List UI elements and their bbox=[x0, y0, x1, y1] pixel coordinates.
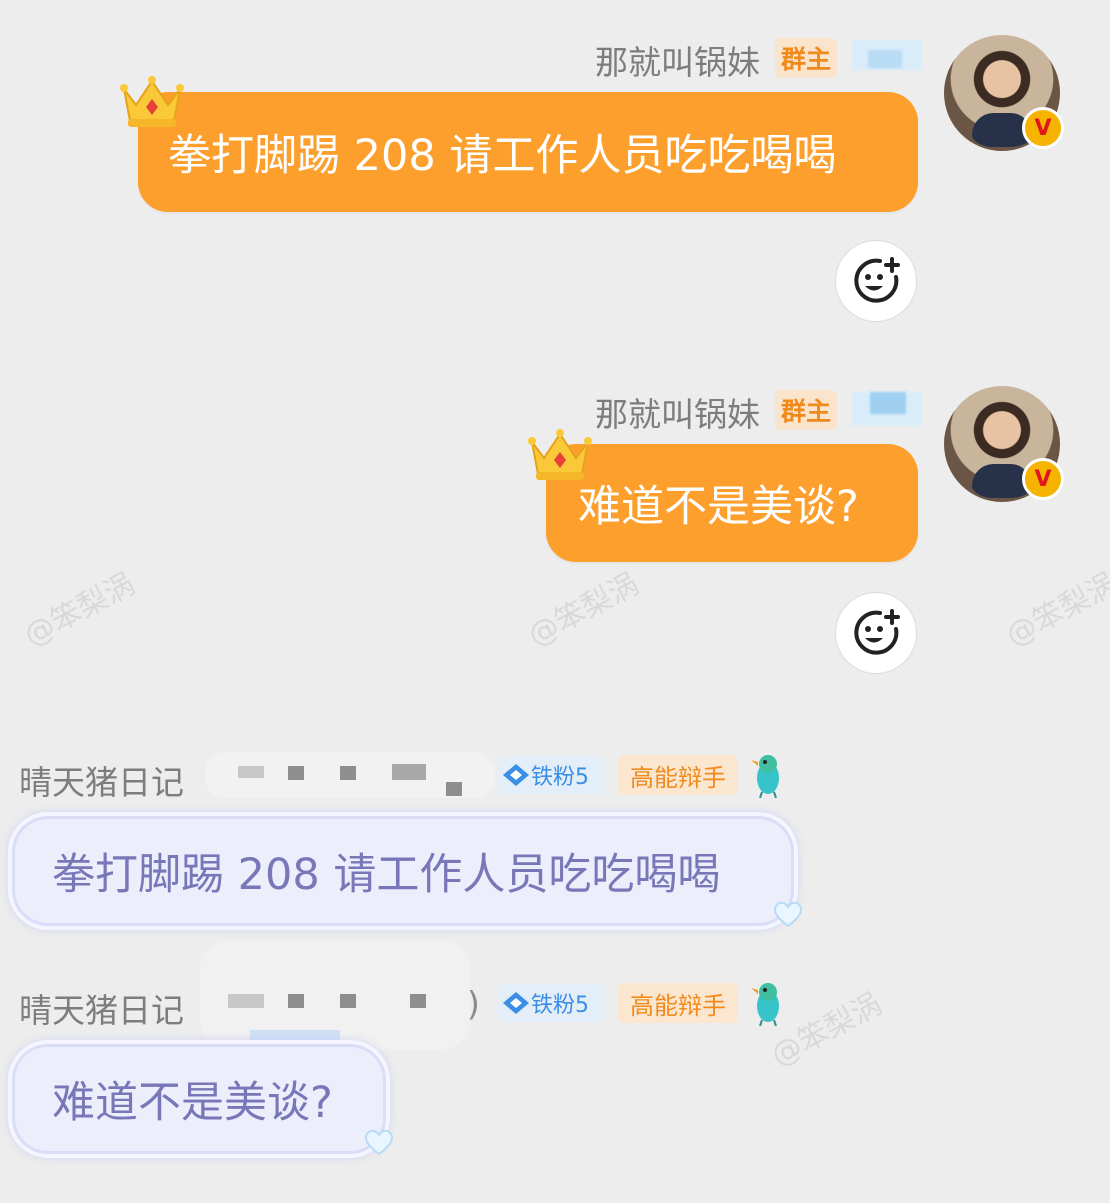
message-bubble[interactable]: 难道不是美谈? bbox=[546, 444, 918, 562]
fan-level-label: 铁粉5 bbox=[531, 765, 589, 790]
message-bubble[interactable]: 拳打脚踢 208 请工作人员吃吃喝喝 bbox=[138, 92, 918, 212]
crown-icon bbox=[528, 429, 592, 480]
blurred-pixel bbox=[288, 766, 304, 780]
sender-name[interactable]: 那就叫锅妹 bbox=[595, 388, 760, 436]
message-text: 拳打脚踢 208 请工作人员吃吃喝喝 bbox=[52, 850, 721, 900]
add-emoji-icon bbox=[854, 257, 900, 303]
diamond-icon bbox=[503, 992, 529, 1014]
avatar[interactable]: V bbox=[944, 386, 1064, 502]
message-text: 拳打脚踢 208 请工作人员吃吃喝喝 bbox=[168, 131, 837, 181]
add-reaction-button[interactable] bbox=[835, 592, 917, 674]
blurred-pixel bbox=[238, 766, 264, 778]
blurred-region bbox=[868, 50, 902, 68]
heart-icon bbox=[773, 901, 803, 928]
verified-icon: V bbox=[1022, 458, 1064, 500]
avatar[interactable]: V bbox=[944, 35, 1064, 151]
blurred-pixel bbox=[340, 994, 356, 1008]
heart-icon bbox=[364, 1129, 394, 1156]
diamond-icon bbox=[503, 764, 529, 786]
blurred-pixel bbox=[288, 994, 304, 1008]
blurred-pixel bbox=[228, 994, 264, 1008]
fan-level-label: 铁粉5 bbox=[531, 993, 589, 1018]
add-emoji-icon bbox=[854, 609, 900, 655]
fan-level-badge: 铁粉5 bbox=[497, 756, 605, 794]
blurred-pixel bbox=[340, 766, 356, 780]
sender-name[interactable]: 那就叫锅妹 bbox=[595, 36, 760, 84]
add-reaction-button[interactable] bbox=[835, 240, 917, 322]
verified-icon: V bbox=[1022, 107, 1064, 149]
fan-level-badge: 铁粉5 bbox=[497, 984, 605, 1022]
message-bubble[interactable]: 拳打脚踢 208 请工作人员吃吃喝喝 bbox=[8, 812, 798, 930]
message-text: 难道不是美谈? bbox=[578, 482, 859, 532]
blurred-pixel bbox=[410, 994, 426, 1008]
bird-icon bbox=[751, 983, 779, 1026]
sender-name[interactable]: 晴天猪日记 bbox=[19, 756, 184, 804]
blurred-pixel bbox=[392, 764, 426, 780]
watermark: @笨梨涡 bbox=[18, 566, 141, 654]
group-owner-badge: 群主 bbox=[775, 38, 837, 78]
title-badge: 高能辩手 bbox=[618, 755, 738, 795]
watermark: @笨梨涡 bbox=[1000, 566, 1110, 654]
blurred-region bbox=[870, 392, 906, 414]
title-badge: 高能辩手 bbox=[618, 983, 738, 1023]
bird-icon bbox=[751, 755, 779, 798]
message-text: 难道不是美谈? bbox=[52, 1078, 333, 1128]
message-bubble[interactable]: 难道不是美谈? bbox=[8, 1040, 390, 1158]
paren-close: ) bbox=[467, 984, 480, 1023]
blurred-pixel bbox=[446, 782, 462, 796]
crown-icon bbox=[120, 76, 184, 127]
sender-name[interactable]: 晴天猪日记 bbox=[19, 984, 184, 1032]
group-owner-badge: 群主 bbox=[775, 390, 837, 430]
watermark: @笨梨涡 bbox=[522, 566, 645, 654]
